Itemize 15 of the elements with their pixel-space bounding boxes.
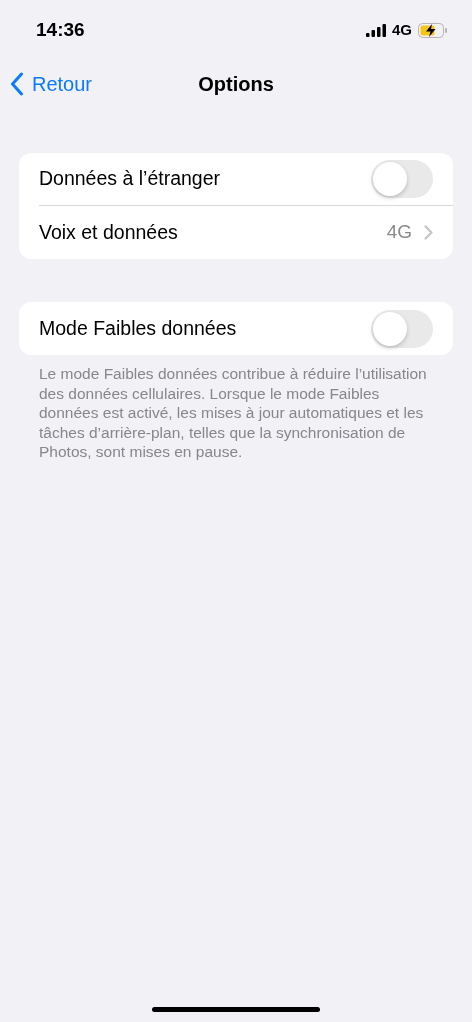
row-label: Mode Faibles données [39, 315, 237, 341]
back-chevron-icon [10, 72, 24, 96]
row-label: Données à l’étranger [39, 166, 221, 192]
toggle-switch[interactable] [371, 160, 433, 198]
back-button[interactable]: Retour [10, 69, 93, 99]
toggle-switch[interactable] [371, 309, 433, 348]
row-value: 4G [386, 220, 412, 245]
row-label[interactable]: Voix et données [39, 217, 178, 248]
group-footer-text: Le mode Faibles données contribue à réduire l’utilisation des données cellulaires. Lorsque le mode Faibles données est activé, les mises à jour automatiques et les tâches d’arrière-plan, telles que la synchronisation de Photos, sont mises en pause. [38, 364, 428, 462]
chevron-icon [424, 225, 433, 240]
network-type: 4G [392, 19, 412, 40]
battery-charging-icon [418, 22, 448, 38]
page-title: Options [198, 72, 274, 97]
signal-icon [366, 23, 386, 37]
status-time: 14:36 [36, 17, 85, 42]
